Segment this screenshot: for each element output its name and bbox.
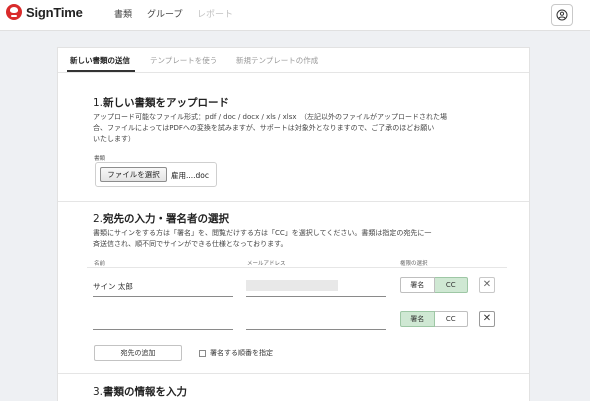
upload-description-line: いたします） bbox=[93, 135, 135, 143]
tab-create-template[interactable]: 新規テンプレートの作成 bbox=[236, 55, 318, 66]
top-navbar: SignTime 書類 グループ レポート bbox=[0, 0, 590, 31]
nav-groups[interactable]: グループ bbox=[147, 7, 182, 20]
info-section-number: 3. bbox=[93, 386, 104, 398]
nav-reports: レポート bbox=[197, 10, 234, 20]
role-toggle: 署名 CC bbox=[400, 311, 468, 327]
section-divider bbox=[58, 373, 529, 374]
recipient-name-field[interactable] bbox=[93, 329, 233, 330]
role-cc-option[interactable]: CC bbox=[434, 277, 468, 293]
column-header-name: 名前 bbox=[94, 261, 106, 267]
signtime-logo-icon bbox=[6, 4, 22, 20]
info-section-heading: 書類の情報を入力 bbox=[103, 386, 188, 398]
add-recipient-button[interactable]: 宛先の追加 bbox=[94, 345, 182, 361]
nav-documents[interactable]: 書類 bbox=[114, 7, 132, 20]
column-header-email: メールアドレス bbox=[247, 261, 286, 267]
recipients-description-line: 斉送信され、順不同でサインができる仕様となっております。 bbox=[93, 240, 288, 248]
choose-file-button[interactable]: ファイルを選択 bbox=[100, 167, 167, 182]
app-logo[interactable]: SignTime bbox=[6, 4, 83, 20]
recipients-description-line: 書類にサインをする方は「署名」を、閲覧だけする方は「CC」を選択してください。書… bbox=[93, 229, 432, 237]
recipients-section-number: 2. bbox=[93, 213, 104, 225]
recipients-section-heading: 宛先の入力・署名者の選択 bbox=[103, 213, 230, 225]
role-toggle: 署名 CC bbox=[400, 277, 468, 293]
app-name: SignTime bbox=[26, 4, 83, 20]
recipients-description: 書類にサインをする方は「署名」を、閲覧だけする方は「CC」を選択してください。書… bbox=[93, 228, 431, 250]
tab-use-template[interactable]: テンプレートを使う bbox=[150, 55, 217, 66]
remove-recipient-button[interactable]: ✕ bbox=[479, 311, 495, 327]
recipient-email-field[interactable] bbox=[246, 329, 386, 330]
role-cc-option[interactable]: CC bbox=[434, 311, 468, 327]
tab-bar: 新しい書類の送信 テンプレートを使う 新規テンプレートの作成 bbox=[58, 48, 529, 73]
close-icon: ✕ bbox=[482, 313, 492, 324]
recipient-email-field[interactable] bbox=[246, 280, 338, 291]
column-header-divider bbox=[87, 267, 507, 268]
tab-send-new-document[interactable]: 新しい書類の送信 bbox=[70, 55, 130, 66]
info-section-title: 3.書類の情報を入力 bbox=[93, 384, 187, 399]
file-field-label: 書類 bbox=[94, 156, 106, 162]
signing-order-label: 署名する順番を指定 bbox=[210, 349, 273, 357]
role-sign-option[interactable]: 署名 bbox=[400, 311, 435, 327]
upload-description-line: 合、ファイルによってはPDFへの変換を試みますが、サポートは対象外となりますので… bbox=[93, 124, 435, 132]
upload-section-title: 1.新しい書類をアップロード bbox=[93, 95, 229, 110]
send-document-card: 新しい書類の送信 テンプレートを使う 新規テンプレートの作成 1.新しい書類をア… bbox=[57, 47, 530, 401]
recipient-email-underline bbox=[246, 296, 386, 297]
active-tab-indicator bbox=[67, 70, 135, 72]
selected-file-name: 雇用....doc bbox=[171, 171, 210, 180]
recipient-name-underline bbox=[93, 296, 233, 297]
role-sign-option[interactable]: 署名 bbox=[400, 277, 435, 293]
upload-description: アップロード可能なファイル形式：pdf / doc / docx / xls /… bbox=[93, 112, 447, 145]
file-input[interactable]: ファイルを選択 雇用....doc bbox=[95, 162, 217, 187]
recipient-name-field[interactable]: サイン 太郎 bbox=[93, 281, 133, 292]
column-header-role: 権限の選択 bbox=[400, 261, 428, 267]
close-icon: ✕ bbox=[482, 279, 492, 290]
user-icon bbox=[556, 9, 568, 21]
recipients-section-title: 2.宛先の入力・署名者の選択 bbox=[93, 211, 229, 226]
signing-order-checkbox[interactable] bbox=[199, 350, 206, 357]
user-menu-button[interactable] bbox=[551, 4, 573, 26]
upload-description-line: アップロード可能なファイル形式：pdf / doc / docx / xls /… bbox=[93, 113, 447, 121]
section-divider bbox=[58, 201, 529, 202]
remove-recipient-button[interactable]: ✕ bbox=[479, 277, 495, 293]
upload-section-heading: 新しい書類をアップロード bbox=[103, 97, 230, 109]
upload-section-number: 1. bbox=[93, 97, 104, 109]
